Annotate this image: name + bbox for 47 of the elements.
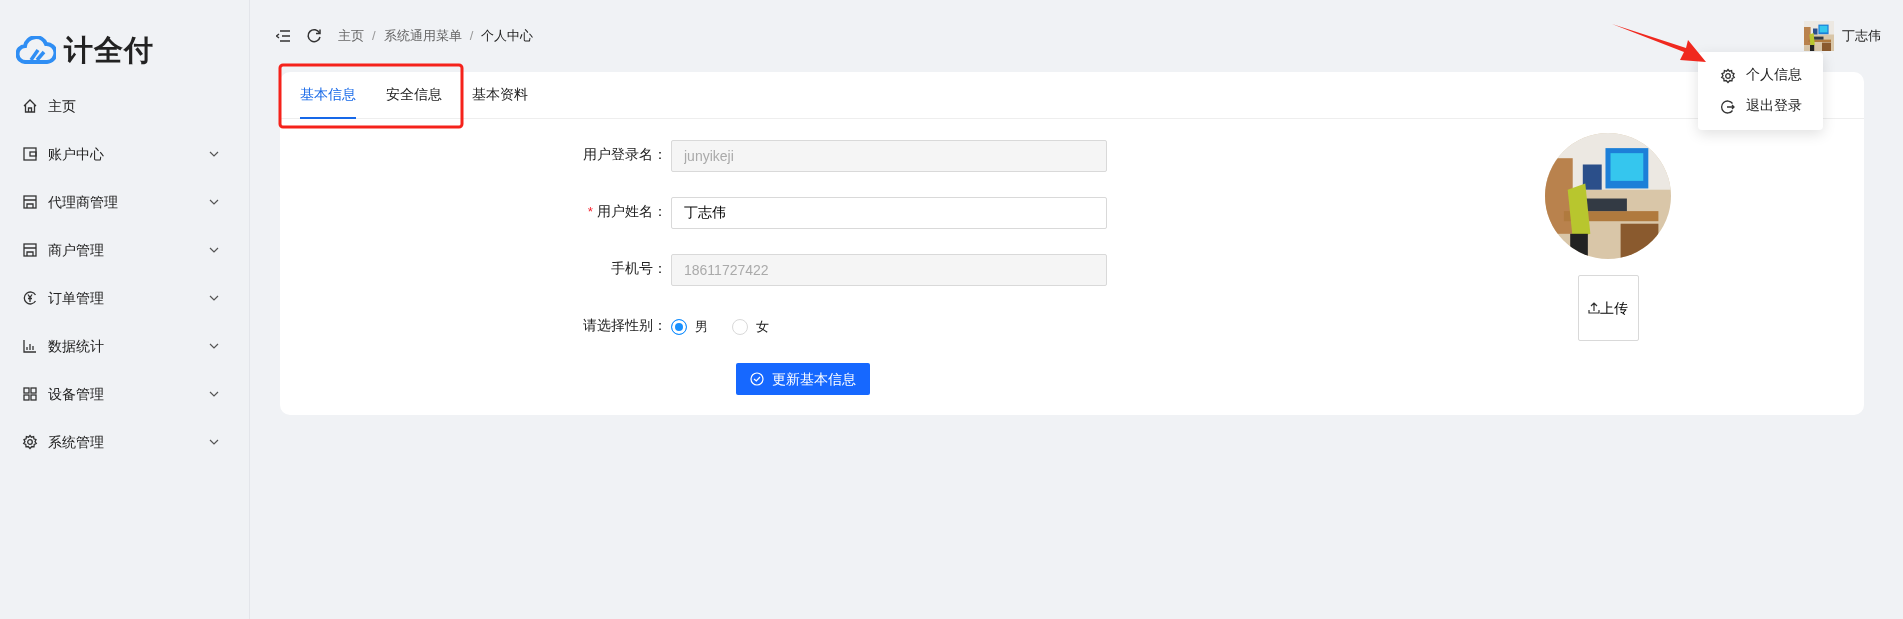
user-menu-trigger[interactable]: 丁志伟 bbox=[1804, 21, 1881, 51]
sidebar-item[interactable]: 系统管理 bbox=[0, 418, 249, 466]
sidebar-item[interactable]: 数据统计 bbox=[0, 322, 249, 370]
required-mark: * bbox=[587, 204, 593, 220]
collapse-menu-button[interactable] bbox=[276, 30, 290, 42]
sidebar-item[interactable]: 代理商管理 bbox=[0, 178, 249, 226]
submit-button[interactable]: 更新基本信息 bbox=[736, 363, 870, 395]
field-label: 请选择性别： bbox=[583, 318, 667, 334]
sidebar-item[interactable]: 账户中心 bbox=[0, 130, 249, 178]
logo-text: 计全付 bbox=[64, 35, 154, 65]
upload-button[interactable]: 上传 bbox=[1577, 275, 1639, 341]
home-icon bbox=[22, 98, 38, 114]
coin-icon bbox=[22, 290, 38, 306]
breadcrumb-current: 个人中心 bbox=[481, 27, 534, 46]
refresh-icon bbox=[306, 28, 322, 44]
sidebar-item[interactable]: 主页 bbox=[0, 82, 249, 130]
field-label: 用户登录名： bbox=[583, 147, 667, 163]
radio-option[interactable]: 男 bbox=[671, 316, 708, 337]
sidebar-item[interactable]: 设备管理 bbox=[0, 370, 249, 418]
check-circle-icon bbox=[750, 372, 764, 386]
grid-icon bbox=[22, 386, 38, 402]
sidebar-item[interactable]: 商户管理 bbox=[0, 226, 249, 274]
upload-icon bbox=[1588, 302, 1600, 314]
breadcrumb-separator: / bbox=[469, 27, 474, 46]
cloud-logo-icon bbox=[16, 36, 56, 64]
shop-icon bbox=[22, 242, 38, 258]
bar-chart-icon bbox=[22, 338, 38, 354]
radio-option[interactable]: 女 bbox=[732, 316, 769, 337]
refresh-button[interactable] bbox=[306, 28, 322, 44]
menu-item[interactable]: 个人信息 bbox=[1698, 60, 1823, 91]
sidebar-item[interactable]: 订单管理 bbox=[0, 274, 249, 322]
settings-icon bbox=[1720, 67, 1736, 84]
breadcrumb-separator: / bbox=[372, 27, 376, 46]
logout-icon bbox=[1720, 98, 1736, 115]
settings-icon bbox=[22, 434, 38, 450]
shop-icon bbox=[22, 194, 38, 210]
breadcrumb-link[interactable]: 系统通用菜单 bbox=[383, 26, 462, 46]
field-label: 手机号： bbox=[611, 261, 667, 277]
tab[interactable]: 基本信息 bbox=[300, 72, 356, 119]
tab[interactable]: 安全信息 bbox=[386, 72, 442, 119]
tab[interactable]: 基本资料 bbox=[472, 72, 528, 119]
menu-icon bbox=[276, 30, 290, 42]
breadcrumb-link[interactable]: 主页 bbox=[338, 26, 364, 46]
field-label: 用户姓名： bbox=[597, 204, 667, 220]
input-field[interactable]: 丁志伟 bbox=[671, 196, 1107, 229]
menu-item[interactable]: 退出登录 bbox=[1698, 91, 1823, 122]
wallet-icon bbox=[22, 146, 38, 162]
